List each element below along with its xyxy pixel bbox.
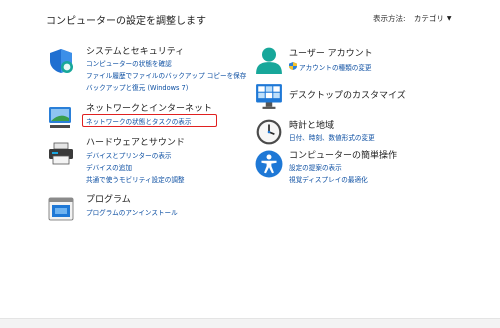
view-by-label: 表示方法:: [373, 14, 406, 23]
uac-shield-icon: [289, 62, 297, 70]
link-backup-restore[interactable]: バックアップと復元 (Windows 7): [86, 82, 188, 92]
category-ease-of-access: コンピューターの簡単操作 設定の提案の表示 視覚ディスプレイの最適化: [255, 148, 455, 188]
category-hardware-sound: ハードウェアとサウンド デバイスとプリンターの表示 デバイスの追加 共通で使うモ…: [46, 135, 246, 184]
category-clock-region: 時計と地域 日付、時刻、数値形式の変更: [255, 118, 455, 148]
link-add-device[interactable]: デバイスの追加: [86, 162, 132, 172]
category-appearance: デスクトップのカスタマイズ: [255, 84, 455, 110]
category-title-hardware[interactable]: ハードウェアとサウンド: [86, 135, 185, 148]
view-by: 表示方法: カテゴリ ▼: [373, 13, 452, 24]
link-optimize-display[interactable]: 視覚ディスプレイの最適化: [289, 174, 368, 184]
category-programs: プログラム プログラムのアンインストール: [46, 192, 246, 222]
link-uninstall-program[interactable]: プログラムのアンインストール: [86, 207, 178, 217]
accessibility-icon[interactable]: [255, 150, 283, 178]
link-check-status[interactable]: コンピューターの状態を確認: [86, 58, 172, 68]
link-suggested-settings[interactable]: 設定の提案の表示: [289, 162, 342, 172]
category-title-system[interactable]: システムとセキュリティ: [86, 44, 184, 57]
link-devices-printers[interactable]: デバイスとプリンターの表示: [86, 150, 172, 160]
category-title-appearance[interactable]: デスクトップのカスタマイズ: [289, 88, 406, 101]
category-title-ease[interactable]: コンピューターの簡単操作: [289, 148, 397, 161]
view-by-value: カテゴリ: [413, 14, 444, 23]
category-title-clock[interactable]: 時計と地域: [289, 118, 334, 131]
view-by-dropdown[interactable]: カテゴリ ▼: [414, 14, 452, 23]
link-date-time-format[interactable]: 日付、時刻、数値形式の変更: [289, 132, 375, 142]
link-network-status[interactable]: ネットワークの状態とタスクの表示: [86, 116, 192, 126]
control-panel-window: コンピューターの設定を調整します 表示方法: カテゴリ ▼ システムとセキュリティ…: [0, 0, 500, 328]
category-title-users[interactable]: ユーザー アカウント: [289, 46, 373, 59]
category-network-internet: ネットワークとインターネット ネットワークの状態とタスクの表示: [46, 101, 246, 133]
programs-icon[interactable]: [48, 196, 74, 222]
user-icon[interactable]: [255, 46, 283, 74]
network-icon[interactable]: [48, 104, 74, 130]
category-title-network[interactable]: ネットワークとインターネット: [86, 101, 212, 114]
printer-icon[interactable]: [48, 141, 74, 167]
clock-icon[interactable]: [255, 118, 283, 146]
link-file-history[interactable]: ファイル履歴でファイルのバックアップ コピーを保存: [86, 70, 246, 80]
shield-icon[interactable]: [48, 48, 74, 74]
desktop-icon[interactable]: [255, 82, 283, 110]
chevron-down-icon: ▼: [446, 15, 452, 22]
page-title: コンピューターの設定を調整します: [46, 16, 206, 27]
category-system-security: システムとセキュリティ コンピューターの状態を確認 ファイル履歴でファイルのバッ…: [46, 44, 246, 94]
link-change-account-type[interactable]: アカウントの種類の変更: [299, 62, 372, 72]
link-mobility-settings[interactable]: 共通で使うモビリティ設定の調整: [86, 174, 185, 184]
category-title-programs[interactable]: プログラム: [86, 192, 131, 205]
category-user-accounts: ユーザー アカウント アカウントの種類の変更: [255, 46, 455, 76]
